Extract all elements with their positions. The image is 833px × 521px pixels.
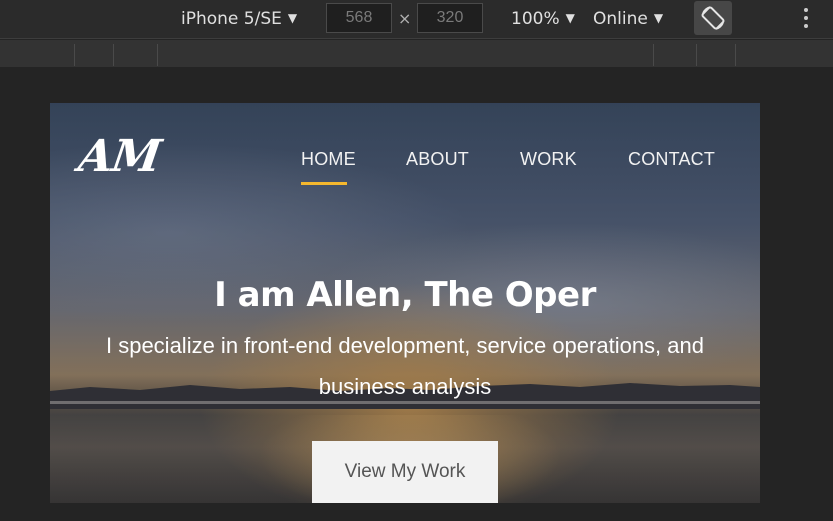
nav-contact[interactable]: CONTACT — [628, 149, 715, 170]
device-toolbar: iPhone 5/SE ▼ 568 × 320 100% ▼ Online ▼ — [0, 0, 833, 39]
media-query-marker[interactable] — [696, 44, 697, 66]
media-query-marker[interactable] — [653, 44, 654, 66]
hero-subtitle: I specialize in front-end development, s… — [90, 325, 720, 407]
device-select[interactable]: iPhone 5/SE ▼ — [181, 9, 297, 29]
nav-work[interactable]: WORK — [520, 149, 577, 170]
device-label: iPhone 5/SE — [181, 9, 282, 29]
hero-title: I am Allen, The Oper — [214, 275, 596, 315]
dimension-separator: × — [398, 9, 412, 28]
chevron-down-icon: ▼ — [287, 11, 298, 25]
media-query-bar — [0, 40, 833, 67]
more-vertical-icon[interactable] — [804, 8, 810, 32]
rotate-button[interactable] — [694, 1, 732, 35]
zoom-label: 100% — [511, 9, 560, 29]
width-input[interactable]: 568 — [326, 3, 392, 33]
hero-subtitle-line1: I specialize in front-end development, s… — [105, 333, 704, 358]
media-query-marker[interactable] — [74, 44, 75, 66]
view-my-work-button[interactable]: View My Work — [312, 441, 498, 503]
main-nav: HOME ABOUT WORK CONTACT — [50, 149, 760, 189]
network-throttle-select[interactable]: Online ▼ — [593, 9, 663, 29]
network-label: Online — [593, 9, 648, 29]
nav-about[interactable]: ABOUT — [406, 149, 469, 170]
rotate-icon — [701, 6, 725, 30]
chevron-down-icon: ▼ — [565, 11, 575, 25]
nav-home[interactable]: HOME — [301, 149, 356, 170]
chevron-down-icon: ▼ — [653, 11, 664, 25]
hero-subtitle-line2: business analysis — [318, 374, 492, 399]
height-input[interactable]: 320 — [417, 3, 483, 33]
device-viewport: AM HOME ABOUT WORK CONTACT I am Allen, T… — [50, 103, 760, 503]
zoom-select[interactable]: 100% ▼ — [511, 9, 575, 29]
active-nav-indicator — [301, 182, 347, 185]
media-query-marker[interactable] — [157, 44, 158, 66]
media-query-marker[interactable] — [113, 44, 114, 66]
media-query-marker[interactable] — [735, 44, 736, 66]
